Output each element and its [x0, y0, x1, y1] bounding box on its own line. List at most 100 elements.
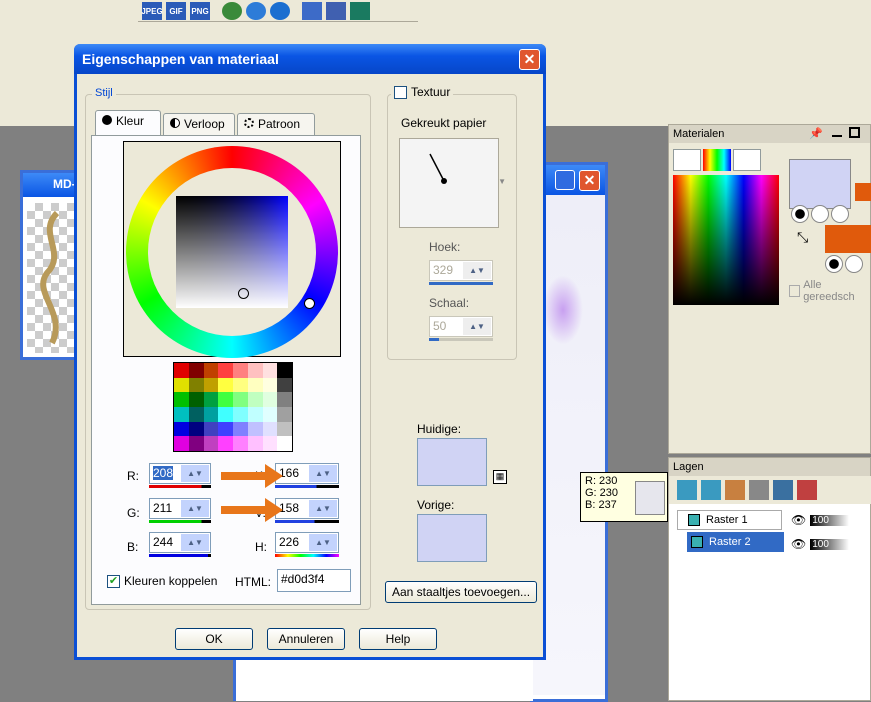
h-slider-bar[interactable]: [275, 554, 339, 557]
help-button[interactable]: Help: [359, 628, 437, 650]
texture-dropdown-icon[interactable]: ▼: [498, 177, 506, 186]
target-icon[interactable]: [270, 2, 290, 20]
opacity-slider[interactable]: 100: [810, 538, 849, 550]
swap-colors-icon[interactable]: ⤡: [797, 229, 808, 246]
bg-color-style-icon[interactable]: [825, 255, 843, 273]
tab-swatches-icon[interactable]: [733, 149, 761, 171]
b-spinner-icon[interactable]: ▲▼: [181, 534, 209, 551]
new-vector-icon[interactable]: [701, 480, 721, 500]
r-slider-bar[interactable]: [149, 485, 211, 488]
v-spinner-icon[interactable]: ▲▼: [309, 500, 337, 517]
html-value: #d0d3f4: [281, 572, 325, 586]
angle-input: 329 ▲▼: [429, 260, 493, 281]
sv-selector-icon[interactable]: [238, 288, 249, 299]
layers-panel-title: Lagen: [669, 458, 870, 476]
adjust-layer-icon[interactable]: [773, 480, 793, 500]
add-to-swatches-button[interactable]: Aan staaltjes toevoegen...: [385, 581, 537, 603]
none-style-icon[interactable]: [831, 205, 849, 223]
k-spinner-icon[interactable]: ▲▼: [309, 465, 337, 482]
layer-controls: 👁 100: [791, 510, 871, 530]
arrange-icon[interactable]: [302, 2, 322, 20]
current-color-swatch: [417, 438, 487, 486]
b-input[interactable]: 244 ▲▼: [149, 532, 211, 553]
tab-gradient[interactable]: Verloop: [163, 113, 235, 135]
tab-frame-icon[interactable]: [673, 149, 701, 171]
angle-label: Hoek:: [429, 240, 461, 254]
move-icon[interactable]: [246, 2, 266, 20]
g-spinner-icon[interactable]: ▲▼: [181, 500, 209, 517]
tab-color[interactable]: Kleur: [95, 110, 161, 135]
layer-controls: 👁 100: [791, 534, 871, 554]
html-input[interactable]: #d0d3f4: [277, 569, 351, 592]
ok-button[interactable]: OK: [175, 628, 253, 650]
new-layer-icon[interactable]: [677, 480, 697, 500]
texture-style-icon[interactable]: [811, 205, 829, 223]
color-spectrum[interactable]: [673, 175, 779, 305]
b-slider-bar[interactable]: [149, 554, 211, 557]
link-colors-checkbox[interactable]: ✔ Kleuren koppelen: [107, 574, 217, 588]
restore-icon[interactable]: [849, 127, 860, 138]
chain-illustration: [40, 210, 60, 345]
previous-color-swatch[interactable]: [417, 514, 487, 562]
delete-layer-icon[interactable]: [797, 480, 817, 500]
html-label: HTML:: [235, 575, 271, 589]
texture-checkbox[interactable]: Textuur: [391, 85, 454, 99]
r-label: R:: [127, 469, 139, 483]
hue-selector-icon[interactable]: [304, 298, 315, 309]
b-label: B:: [127, 540, 139, 554]
all-tools-checkbox[interactable]: Alle gereedsch: [789, 279, 870, 303]
image-canvas: [27, 203, 77, 353]
h-spinner-icon[interactable]: ▲▼: [309, 534, 337, 551]
r-input[interactable]: 208 ▲▼: [149, 463, 211, 484]
angle-slider-bar: [429, 282, 493, 285]
save-jpeg-icon[interactable]: JPEG: [141, 2, 163, 20]
link-colors-label: Kleuren koppelen: [124, 574, 218, 588]
layer-row-selected[interactable]: Raster 2: [687, 532, 784, 552]
toolbar: JPEG GIF PNG: [138, 0, 418, 22]
g-input[interactable]: 211 ▲▼: [149, 498, 211, 519]
texture-name: Gekreukt papier: [401, 116, 487, 130]
save-gif-icon[interactable]: GIF: [166, 2, 186, 20]
basic-colors-grid[interactable]: [173, 362, 293, 452]
r-spinner-icon[interactable]: ▲▼: [181, 465, 209, 482]
pattern-icon: [244, 118, 254, 128]
minimize-icon[interactable]: [832, 127, 842, 137]
angle-spinner-icon: ▲▼: [463, 262, 491, 279]
flower-illustration: [543, 275, 583, 345]
tab-pattern[interactable]: Patroon: [237, 113, 315, 135]
layers-toolbar: [669, 476, 871, 504]
dialog-close-icon[interactable]: ✕: [519, 49, 540, 70]
g-slider-bar[interactable]: [149, 520, 211, 523]
visibility-eye-icon[interactable]: 👁: [791, 513, 806, 527]
layer-properties-icon[interactable]: [725, 480, 745, 500]
close-icon[interactable]: ✕: [579, 170, 600, 191]
background-color-peek[interactable]: [855, 183, 871, 201]
scale-input: 50 ▲▼: [429, 316, 493, 337]
saturation-value-square[interactable]: [176, 196, 288, 308]
image-window-md[interactable]: MD-: [20, 170, 80, 360]
background-color-swatch[interactable]: [825, 225, 871, 253]
orange-arrows-annotation: [221, 464, 283, 522]
maximize-icon[interactable]: [555, 170, 575, 190]
cancel-button[interactable]: Annuleren: [267, 628, 345, 650]
mask-icon[interactable]: [749, 480, 769, 500]
texture-preview[interactable]: ▼: [399, 138, 506, 228]
color-style-icon[interactable]: [791, 205, 809, 223]
eyedropper-icon[interactable]: ▦: [493, 470, 507, 484]
layer-row[interactable]: Raster 1: [677, 510, 782, 530]
bg-texture-style-icon[interactable]: [845, 255, 863, 273]
foreground-color-swatch[interactable]: [789, 159, 851, 209]
gradient-icon: [170, 118, 180, 128]
materials-tabs: [673, 149, 761, 171]
frame-icon[interactable]: [350, 2, 370, 20]
save-png-icon[interactable]: PNG: [190, 2, 210, 20]
all-tools-label: Alle gereedsch: [803, 279, 855, 303]
grid-icon[interactable]: [326, 2, 346, 20]
globe-icon[interactable]: [222, 2, 242, 20]
visibility-eye-icon[interactable]: 👁: [791, 537, 806, 551]
tab-spectrum-icon[interactable]: [703, 149, 731, 171]
dialog-title: Eigenschappen van materiaal: [74, 44, 546, 74]
panel-pin-icon[interactable]: 📌: [809, 127, 823, 140]
b-value: 244: [153, 535, 174, 549]
opacity-slider[interactable]: 100: [810, 514, 849, 526]
